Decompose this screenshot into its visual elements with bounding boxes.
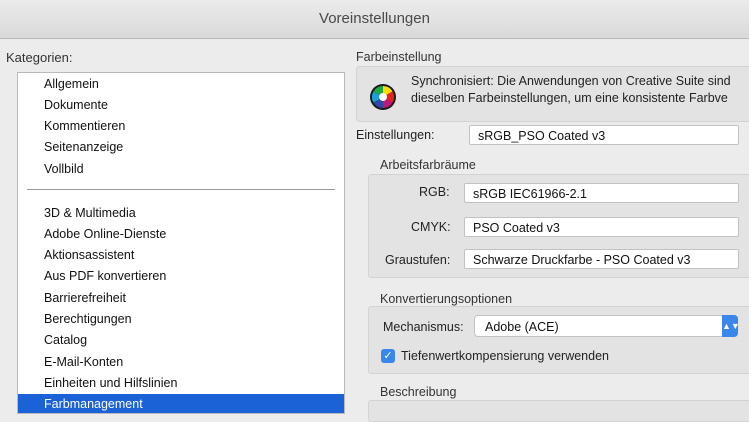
bpc-label[interactable]: Tiefenwertkompensierung verwenden [401, 349, 609, 363]
sync-message: Synchronisiert: Die Anwendungen von Crea… [411, 73, 731, 107]
categories-label: Kategorien: [6, 50, 73, 65]
category-item-email-konten[interactable]: E-Mail-Konten [44, 352, 123, 372]
category-item-seitenanzeige[interactable]: Seitenanzeige [44, 137, 123, 157]
category-divider [27, 189, 335, 190]
sync-message-line1: Synchronisiert: Die Anwendungen von Crea… [411, 74, 731, 88]
category-item-farbmanagement[interactable]: Farbmanagement [18, 394, 344, 413]
category-item-berechtigungen[interactable]: Berechtigungen [44, 309, 132, 329]
category-item-dokumente[interactable]: Dokumente [44, 95, 108, 115]
rgb-label: RGB: [419, 185, 450, 199]
sync-message-line2: dieselben Farbeinstellungen, um eine kon… [411, 91, 728, 105]
checkmark-icon: ✓ [383, 350, 393, 362]
chevron-updown-icon[interactable]: ▲▼ [722, 315, 740, 337]
category-item-kommentieren[interactable]: Kommentieren [44, 116, 125, 136]
category-item-barrierefreiheit[interactable]: Barrierefreiheit [44, 288, 126, 308]
categories-list[interactable]: Allgemein Dokumente Kommentieren Seitena… [17, 72, 345, 414]
section-arbeitsfarbraeume: Arbeitsfarbräume [380, 158, 476, 172]
cmyk-label: CMYK: [411, 220, 451, 234]
category-item-catalog[interactable]: Catalog [44, 330, 87, 350]
category-item-aus-pdf-konvertieren[interactable]: Aus PDF konvertieren [44, 266, 166, 286]
description-panel [368, 400, 749, 422]
engine-value: Adobe (ACE) [485, 320, 559, 334]
settings-field[interactable]: sRGB_PSO Coated v3 [469, 125, 739, 145]
color-management-icon [370, 84, 396, 110]
category-item-einheiten-hilfslinien[interactable]: Einheiten und Hilfslinien [44, 373, 177, 393]
gray-label: Graustufen: [385, 253, 451, 267]
window-titlebar: Voreinstellungen [0, 0, 749, 39]
category-item-vollbild[interactable]: Vollbild [44, 159, 84, 179]
engine-popup[interactable]: Adobe (ACE) ▲▼ [474, 315, 740, 337]
engine-label: Mechanismus: [383, 320, 464, 334]
category-item-adobe-online-dienste[interactable]: Adobe Online-Dienste [44, 224, 166, 244]
gray-field[interactable]: Schwarze Druckfarbe - PSO Coated v3 [464, 249, 739, 269]
bpc-checkbox[interactable]: ✓ [381, 349, 395, 363]
section-konvertierungsoptionen: Konvertierungsoptionen [380, 292, 513, 306]
cmyk-field[interactable]: PSO Coated v3 [464, 217, 739, 237]
category-item-allgemein[interactable]: Allgemein [44, 74, 99, 94]
category-item-aktionsassistent[interactable]: Aktionsassistent [44, 245, 134, 265]
category-item-3d-multimedia[interactable]: 3D & Multimedia [44, 203, 136, 223]
rgb-field[interactable]: sRGB IEC61966-2.1 [464, 183, 739, 203]
section-farbeinstellung: Farbeinstellung [356, 50, 442, 64]
window-title: Voreinstellungen [319, 10, 430, 27]
section-beschreibung: Beschreibung [380, 385, 457, 399]
settings-label: Einstellungen: [356, 128, 435, 142]
